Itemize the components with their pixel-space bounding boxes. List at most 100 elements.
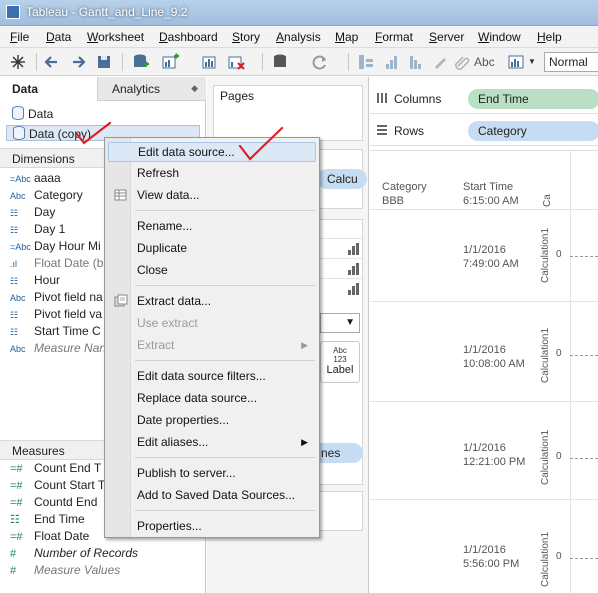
columns-shelf[interactable]: Columns End Time: [370, 84, 598, 114]
end-time-pill[interactable]: End Time: [468, 89, 598, 109]
dimension-field[interactable]: .ıl Float Date (b: [10, 255, 103, 272]
sort-ascending-icon[interactable]: [382, 52, 402, 72]
new-data-source-icon[interactable]: [130, 52, 150, 72]
menu-item-close[interactable]: Close: [108, 260, 316, 280]
toolbar: Abc ▼: [0, 48, 598, 76]
paste-data-icon[interactable]: [270, 52, 290, 72]
measure-field[interactable]: =# Countd End: [10, 494, 97, 511]
dimension-field[interactable]: Abc Pivot field na: [10, 289, 103, 306]
dimension-field[interactable]: ☷ Hour: [10, 272, 60, 289]
tab-menu-arrow-icon[interactable]: ◆: [191, 83, 198, 94]
row-date: 1/1/2016: [463, 544, 506, 556]
menu-item-add-to-saved[interactable]: Add to Saved Data Sources...: [108, 485, 316, 505]
menu-item-use-extract[interactable]: Use extract: [108, 313, 316, 333]
rows-shelf-label: Rows: [394, 124, 425, 138]
annotation-checkmark-icon: [75, 121, 112, 145]
menu-item-view-data[interactable]: View data...: [108, 185, 316, 205]
dimension-field[interactable]: ☷ Day: [10, 204, 55, 221]
rows-shelf[interactable]: Rows Category: [370, 116, 598, 146]
menu-dashboard[interactable]: Dashboard: [159, 30, 218, 44]
string-field-icon: Abc: [10, 344, 26, 354]
new-worksheet-icon[interactable]: [160, 52, 180, 72]
data-source-data[interactable]: Data: [12, 106, 53, 122]
show-me-dropdown-arrow-icon[interactable]: ▼: [528, 57, 536, 66]
swap-icon[interactable]: [356, 52, 376, 72]
dimension-field[interactable]: Abc Measure Nan: [10, 340, 106, 357]
date-field-icon: ☷: [10, 208, 19, 218]
dimension-field[interactable]: ☷ Pivot field va: [10, 306, 102, 323]
menu-item-replace-data-source[interactable]: Replace data source...: [108, 388, 316, 408]
row-time: 7:49:00 AM: [463, 258, 519, 270]
measure-field[interactable]: # Measure Values: [10, 562, 120, 579]
menu-item-date-properties[interactable]: Date properties...: [108, 410, 316, 430]
menu-item-edit-aliases[interactable]: Edit aliases... ▶: [108, 432, 316, 452]
highlight-icon[interactable]: [430, 52, 450, 72]
database-icon: [13, 126, 25, 140]
measure-field[interactable]: ☷ End Time: [10, 511, 85, 528]
category-pill[interactable]: Category: [468, 121, 598, 141]
menu-item-extract[interactable]: Extract ▶: [108, 335, 316, 355]
menu-item-properties[interactable]: Properties...: [108, 516, 316, 536]
refresh-icon[interactable]: [310, 52, 330, 72]
clear-sheet-icon[interactable]: [226, 52, 246, 72]
rows-icon: [377, 125, 387, 135]
tableau-app-icon: [6, 5, 20, 19]
menu-analysis[interactable]: Analysis: [276, 30, 321, 44]
start-time-first: 6:15:00 AM: [463, 195, 519, 207]
measure-field[interactable]: =# Count Start T: [10, 477, 105, 494]
menu-window[interactable]: Window: [478, 30, 521, 44]
menu-item-publish-to-server[interactable]: Publish to server...: [108, 463, 316, 483]
bin-field-icon: .ıl: [10, 259, 18, 269]
number-field-icon: =#: [10, 531, 23, 543]
show-labels-toggle[interactable]: Abc: [474, 55, 495, 69]
dimension-field[interactable]: =Abc aaaa: [10, 170, 61, 187]
duplicate-sheet-icon[interactable]: [200, 52, 220, 72]
data-source-context-menu: Edit data source... Refresh View data...…: [104, 137, 320, 538]
extract-icon: [114, 294, 128, 307]
menu-worksheet[interactable]: Worksheet: [87, 30, 144, 44]
menu-help[interactable]: Help: [537, 30, 562, 44]
mark-type-dropdown[interactable]: ▼: [320, 313, 360, 333]
show-me-icon[interactable]: [506, 52, 526, 72]
annotation-checkmark-icon: [238, 126, 284, 161]
dimension-field[interactable]: ☷ Start Time C: [10, 323, 101, 340]
menu-item-edit-filters[interactable]: Edit data source filters...: [108, 366, 316, 386]
calculation-pill[interactable]: Calcu: [317, 169, 367, 189]
worksheet-view: Category Start Time BBB 6:15:00 AM Ca 1/…: [370, 150, 598, 593]
dimension-field[interactable]: =Abc Day Hour Mi: [10, 238, 101, 255]
measure-field[interactable]: # Number of Records: [10, 545, 138, 562]
dimension-field[interactable]: Abc Category: [10, 187, 83, 204]
menu-server[interactable]: Server: [429, 30, 464, 44]
tab-data[interactable]: Data: [0, 77, 98, 101]
dimension-field[interactable]: ☷ Day 1: [10, 221, 65, 238]
menu-format[interactable]: Format: [375, 30, 413, 44]
label-button[interactable]: Abc 123 Label: [320, 341, 360, 383]
row-time: 5:56:00 PM: [463, 558, 520, 570]
group-icon[interactable]: [452, 52, 472, 72]
redo-icon[interactable]: [68, 52, 88, 72]
row-date: 1/1/2016: [463, 442, 506, 454]
menu-item-refresh[interactable]: Refresh: [108, 163, 316, 183]
measure-field[interactable]: =# Float Date: [10, 528, 89, 545]
menu-map[interactable]: Map: [335, 30, 358, 44]
menu-story[interactable]: Story: [232, 30, 260, 44]
row-time: 10:08:00 AM: [463, 358, 525, 370]
tab-analytics[interactable]: Analytics: [100, 77, 160, 101]
measure-field[interactable]: =# Count End T: [10, 460, 101, 477]
menu-item-extract-data[interactable]: Extract data...: [108, 291, 316, 311]
row-date: 1/1/2016: [463, 244, 506, 256]
axis-zero: 0: [556, 249, 562, 260]
number-field-icon: =#: [10, 463, 23, 475]
save-icon[interactable]: [94, 52, 114, 72]
tableau-logo-icon[interactable]: [8, 52, 28, 72]
menu-item-rename[interactable]: Rename...: [108, 216, 316, 236]
fit-select[interactable]: Normal: [544, 52, 598, 72]
undo-icon[interactable]: [42, 52, 62, 72]
axis-zero: 0: [556, 551, 562, 562]
menu-data[interactable]: Data: [46, 30, 71, 44]
datetime-field-icon: ☷: [10, 514, 20, 526]
window-title: Tableau - Gantt_and_Line_9.2: [26, 5, 188, 19]
menu-file[interactable]: File: [10, 30, 29, 44]
sort-descending-icon[interactable]: [406, 52, 426, 72]
menu-item-duplicate[interactable]: Duplicate: [108, 238, 316, 258]
